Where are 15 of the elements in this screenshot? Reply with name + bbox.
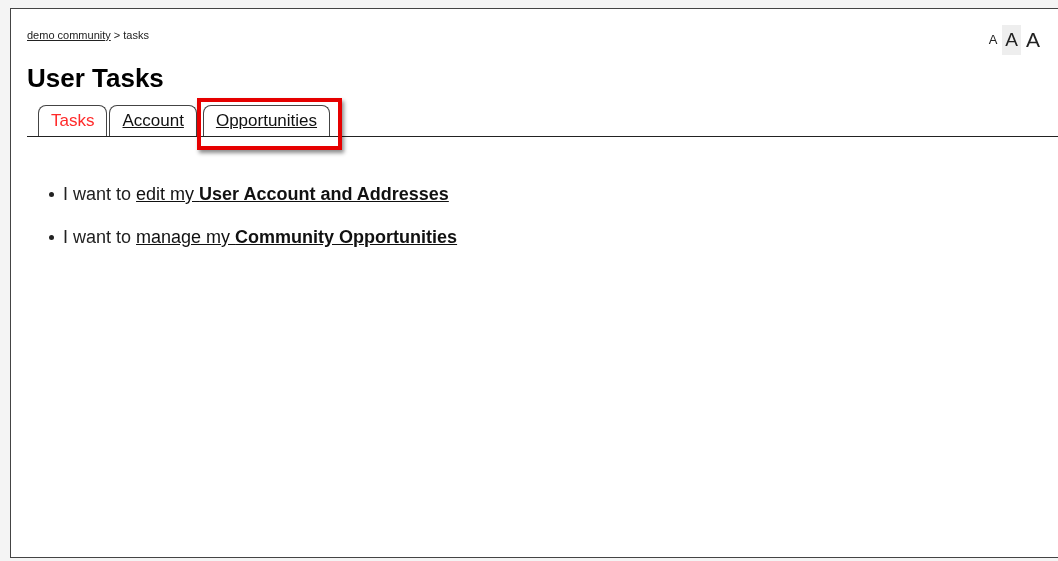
breadcrumb-link[interactable]: demo community xyxy=(27,29,111,41)
task-link[interactable]: edit my User Account and Addresses xyxy=(136,184,449,204)
page-title: User Tasks xyxy=(27,63,165,93)
font-size-button[interactable]: A xyxy=(1002,25,1021,55)
tab[interactable]: Opportunities xyxy=(202,105,331,136)
task-link[interactable]: manage my Community Opportunities xyxy=(136,227,458,247)
task-item: I want to manage my Community Opportunities xyxy=(63,226,458,249)
bullet-icon xyxy=(49,235,54,240)
font-size-button[interactable]: A xyxy=(985,25,1001,55)
bullet-icon xyxy=(49,192,54,197)
breadcrumb: demo community > tasks xyxy=(27,28,149,43)
task-item: I want to edit my User Account and Addresses xyxy=(63,183,449,206)
tab[interactable]: Tasks xyxy=(38,105,108,136)
tab[interactable]: Account xyxy=(109,105,197,136)
font-size-button[interactable]: A xyxy=(1023,25,1043,55)
